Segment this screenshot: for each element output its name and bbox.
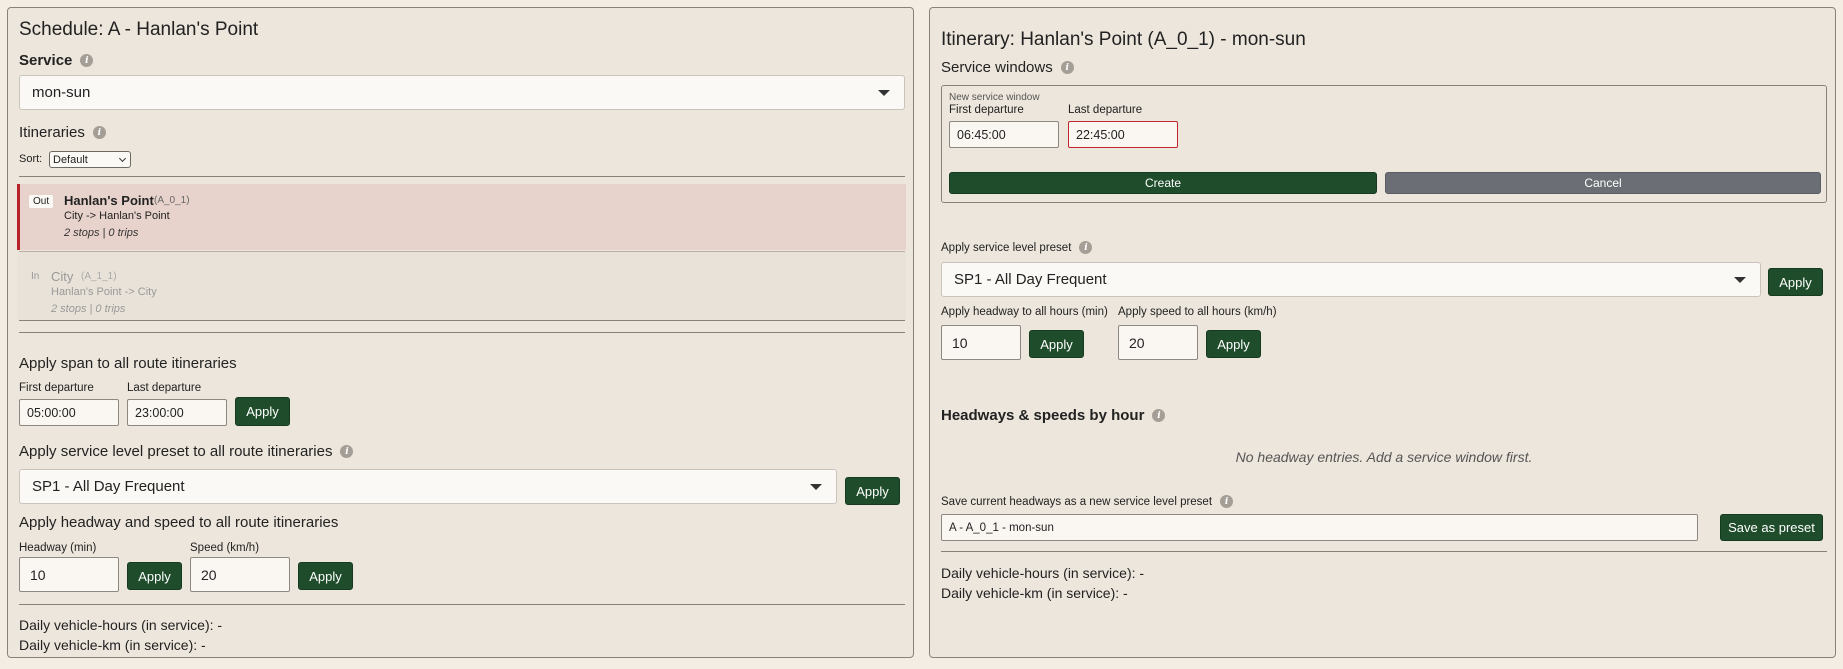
itinerary-code: (A_0_1)	[154, 195, 190, 206]
apply-preset-label: Apply service level preset	[941, 241, 1072, 254]
info-icon[interactable]: i	[1079, 241, 1093, 254]
last-departure-label: Last departure	[127, 382, 202, 394]
last-departure-input[interactable]: 23:00:00	[127, 399, 227, 426]
itinerary-item-selected[interactable]: Out Hanlan's Point (A_0_1) City -> Hanla…	[17, 184, 906, 250]
itinerary-panel: Itinerary: Hanlan's Point (A_0_1) - mon-…	[929, 7, 1836, 658]
span-heading: Apply span to all route itineraries	[19, 355, 237, 372]
hourly-empty-message: No headway entries. Add a service window…	[1235, 449, 1533, 465]
vehicle-hours-stat: Daily vehicle-hours (in service): -	[19, 617, 223, 633]
hourly-speed-input[interactable]: 20	[1118, 325, 1198, 360]
info-icon[interactable]: i	[1060, 61, 1074, 74]
chevron-down-icon	[878, 90, 890, 96]
service-windows-heading: Service windows i	[941, 59, 1074, 76]
sort-label: Sort:	[19, 153, 43, 165]
save-as-preset-button[interactable]: Save as preset	[1720, 514, 1823, 541]
apply-headway-button[interactable]: Apply	[127, 562, 182, 590]
hourly-label: Headways & speeds by hour	[941, 407, 1145, 424]
itinerary-vehicle-hours-stat: Daily vehicle-hours (in service): -	[941, 565, 1145, 581]
headway-label: Headway (min)	[19, 542, 97, 554]
info-icon[interactable]: i	[340, 445, 354, 458]
apply-preset-button[interactable]: Apply	[845, 477, 900, 505]
headway-input[interactable]: 10	[19, 557, 119, 592]
itinerary-route: Hanlan's Point -> City	[51, 286, 157, 298]
itinerary-name: City	[51, 269, 74, 284]
window-first-input[interactable]: 06:45:00	[949, 121, 1059, 148]
info-icon[interactable]: i	[80, 54, 94, 67]
first-departure-label: First departure	[19, 382, 94, 394]
divider	[19, 332, 905, 333]
vehicle-km-stat: Daily vehicle-km (in service): -	[19, 637, 206, 653]
headway-speed-title: Apply headway and speed to all route iti…	[19, 514, 339, 531]
window-first-label: First departure	[949, 104, 1024, 116]
info-icon[interactable]: i	[92, 126, 106, 139]
apply-preset-heading: Apply service level preset i	[941, 241, 1093, 254]
sort-select[interactable]: Default	[49, 151, 131, 168]
window-last-label: Last departure	[1068, 104, 1143, 116]
divider	[19, 604, 905, 605]
direction-badge: In	[31, 271, 40, 282]
preset-name-input[interactable]: A - A_0_1 - mon-sun	[941, 514, 1698, 541]
itinerary-code: (A_1_1)	[81, 271, 117, 282]
direction-badge: Out	[29, 195, 54, 208]
info-icon[interactable]: i	[1220, 495, 1234, 508]
apply-hourly-headway-button[interactable]: Apply	[1029, 330, 1084, 358]
create-window-button[interactable]: Create	[949, 172, 1377, 194]
apply-span-button[interactable]: Apply	[235, 397, 290, 426]
service-select-value: mon-sun	[32, 84, 91, 101]
preset-select[interactable]: SP1 - All Day Frequent	[19, 469, 837, 504]
schedule-panel: Schedule: A - Hanlan's Point Service i m…	[7, 7, 914, 658]
save-preset-heading: Save current headways as a new service l…	[941, 495, 1234, 508]
hourly-headway-input[interactable]: 10	[941, 325, 1021, 360]
service-windows-label: Service windows	[941, 59, 1053, 76]
itinerary-vehicle-km-stat: Daily vehicle-km (in service): -	[941, 585, 1128, 601]
speed-input[interactable]: 20	[190, 557, 290, 592]
apply-itinerary-preset-button[interactable]: Apply	[1768, 268, 1823, 296]
headway-speed-heading: Apply headway and speed to all route iti…	[19, 514, 338, 531]
itinerary-route: City -> Hanlan's Point	[64, 210, 170, 222]
itineraries-heading: Itineraries i	[19, 124, 106, 141]
itinerary-name: Hanlan's Point	[64, 193, 154, 208]
chevron-down-icon	[118, 154, 127, 163]
preset-select-value: SP1 - All Day Frequent	[32, 478, 185, 495]
divider	[19, 176, 905, 177]
itinerary-preset-value: SP1 - All Day Frequent	[954, 271, 1107, 288]
save-preset-label: Save current headways as a new service l…	[941, 495, 1213, 508]
divider	[19, 320, 905, 321]
service-select[interactable]: mon-sun	[19, 75, 905, 110]
apply-speed-button[interactable]: Apply	[298, 562, 353, 590]
itinerary-meta: 2 stops | 0 trips	[51, 303, 126, 315]
service-heading: Service i	[19, 52, 94, 69]
chevron-down-icon	[810, 484, 822, 490]
new-window-legend: New service window	[949, 92, 1040, 103]
new-service-window-form: New service window First departure Last …	[941, 85, 1827, 203]
cancel-window-button[interactable]: Cancel	[1385, 172, 1821, 194]
itinerary-item[interactable]: In City (A_1_1) Hanlan's Point -> City 2…	[17, 252, 906, 320]
preset-heading: Apply service level preset to all route …	[19, 443, 354, 460]
sort-select-value: Default	[53, 153, 88, 166]
schedule-title: Schedule: A - Hanlan's Point	[19, 19, 259, 40]
first-departure-input[interactable]: 05:00:00	[19, 399, 119, 426]
hourly-speed-label: Apply speed to all hours (km/h)	[1118, 306, 1277, 318]
service-label: Service	[19, 52, 73, 69]
itinerary-meta: 2 stops | 0 trips	[64, 227, 139, 239]
itinerary-preset-select[interactable]: SP1 - All Day Frequent	[941, 262, 1761, 297]
itinerary-title: Itinerary: Hanlan's Point (A_0_1) - mon-…	[941, 29, 1306, 50]
span-title: Apply span to all route itineraries	[19, 355, 237, 372]
hourly-headway-label: Apply headway to all hours (min)	[941, 306, 1108, 318]
hourly-heading: Headways & speeds by hour i	[941, 407, 1166, 424]
divider	[941, 551, 1827, 552]
itineraries-label: Itineraries	[19, 124, 85, 141]
preset-title: Apply service level preset to all route …	[19, 443, 333, 460]
apply-hourly-speed-button[interactable]: Apply	[1206, 330, 1261, 358]
info-icon[interactable]: i	[1152, 409, 1166, 422]
speed-label: Speed (km/h)	[190, 542, 260, 554]
window-last-input[interactable]: 22:45:00	[1068, 121, 1178, 148]
chevron-down-icon	[1734, 277, 1746, 283]
